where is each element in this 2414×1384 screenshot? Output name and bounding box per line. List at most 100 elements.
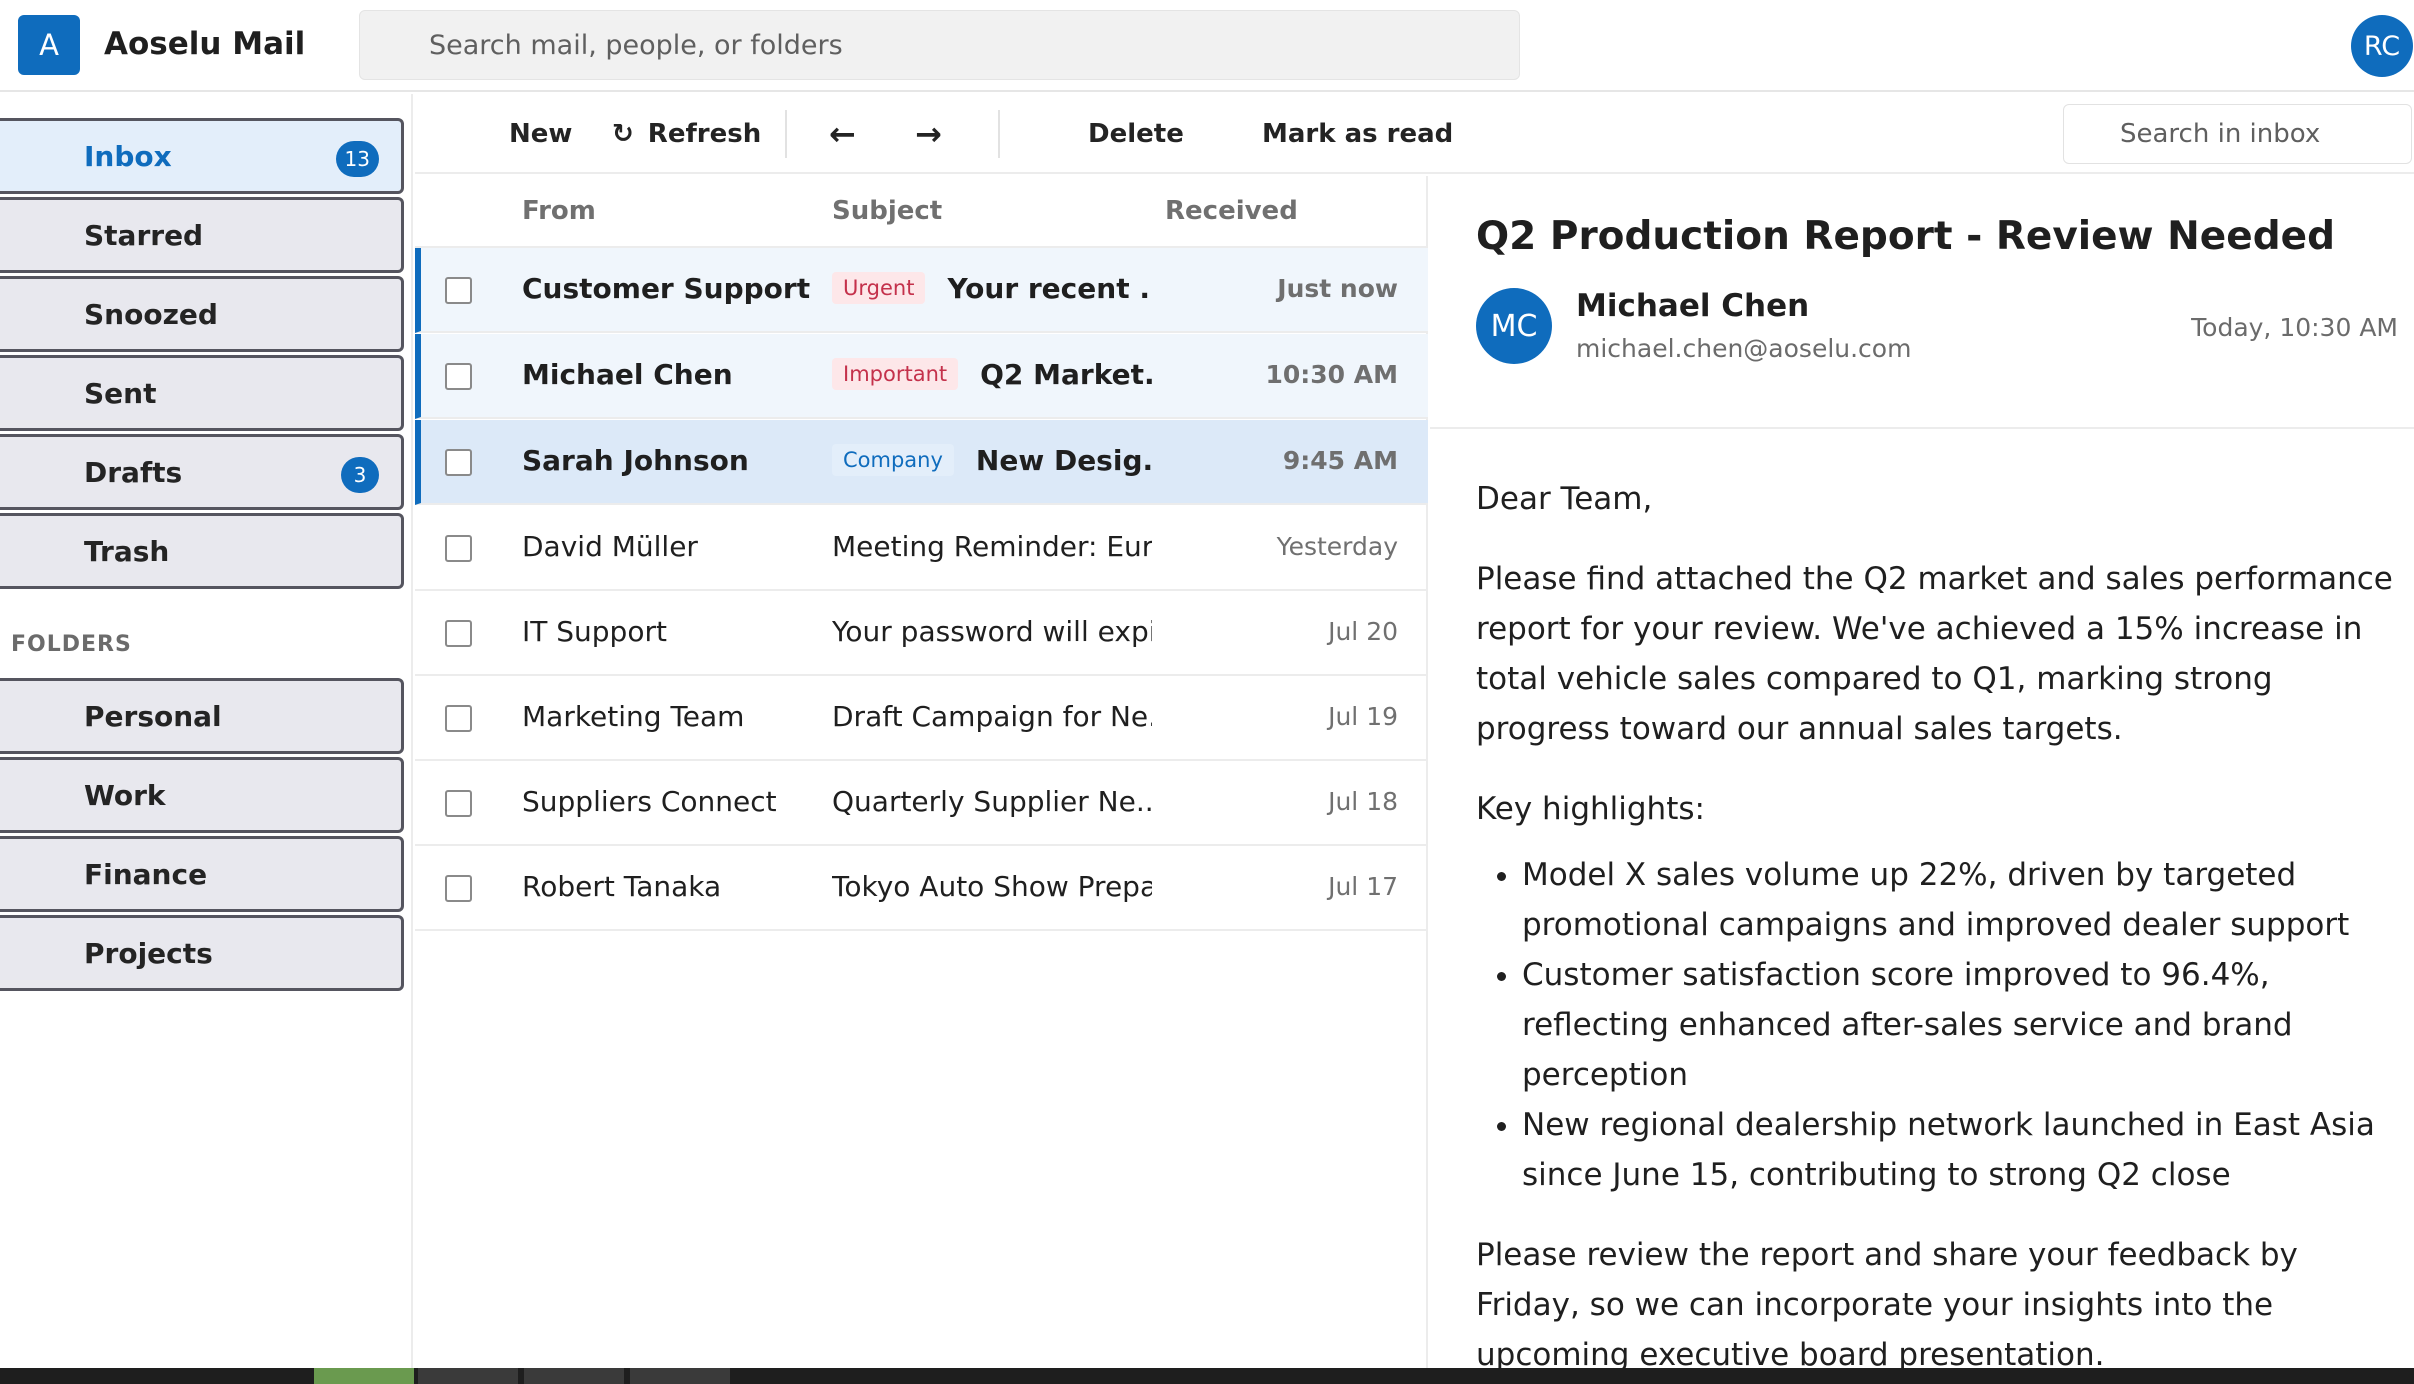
row-subject: Your password will expi... <box>832 615 1152 648</box>
reading-pane: Q2 Production Report - Review Needed MC … <box>1430 176 2414 1368</box>
row-sender: Robert Tanaka <box>522 870 722 903</box>
folder-item-work[interactable]: Work <box>0 757 404 833</box>
body-paragraph: Please find attached the Q2 market and s… <box>1476 561 2393 747</box>
unread-count-badge: 13 <box>335 141 379 177</box>
new-button-label: New <box>509 119 573 149</box>
message-date: Today, 10:30 AM <box>2191 313 2398 342</box>
mark-as-read-label: Mark as read <box>1262 119 1454 149</box>
row-checkbox[interactable] <box>445 620 472 647</box>
column-header-from[interactable]: From <box>522 196 596 226</box>
refresh-button-label: Refresh <box>647 119 762 149</box>
priority-tag: Urgent <box>832 272 926 304</box>
row-checkbox[interactable] <box>445 449 472 476</box>
row-sender: Customer Support <box>522 272 811 305</box>
previous-message-button[interactable]: ← <box>829 112 856 156</box>
row-subject: Tokyo Auto Show Prepa... <box>832 870 1152 903</box>
row-subject: Important Q2 Market... <box>832 358 1152 391</box>
inbox-search-input[interactable] <box>2063 104 2412 164</box>
priority-tag: Important <box>832 358 959 390</box>
delete-button-label: Delete <box>1088 119 1184 149</box>
header-divider <box>1430 427 2414 429</box>
global-search-input[interactable] <box>359 10 1520 80</box>
message-row[interactable]: Robert Tanaka Tokyo Auto Show Prepa... J… <box>415 846 1428 931</box>
refresh-icon: ↻ <box>612 119 634 149</box>
message-subject: Q2 Production Report - Review Needed <box>1476 214 2335 259</box>
row-subject: Meeting Reminder: Eur... <box>832 530 1152 563</box>
row-sender: IT Support <box>522 615 667 648</box>
row-subject: Company New Desig... <box>832 444 1152 477</box>
sidebar-item-label: Inbox <box>84 139 172 173</box>
user-avatar[interactable]: RC <box>2351 15 2413 77</box>
sidebar-item-trash[interactable]: Trash <box>0 513 404 589</box>
highlight-item: Customer satisfaction score improved to … <box>1522 950 2396 1100</box>
sidebar: Inbox 13 Starred Snoozed Sent Drafts 3 T… <box>0 94 413 1368</box>
row-sender: Marketing Team <box>522 700 745 733</box>
bottom-status-strip <box>0 1368 2414 1384</box>
message-row[interactable]: Customer Support Urgent Your recent ... J… <box>415 248 1428 333</box>
row-received-time: 10:30 AM <box>1265 360 1398 389</box>
top-bar: A Aoselu Mail RC <box>0 0 2414 92</box>
folder-item-finance[interactable]: Finance <box>0 836 404 912</box>
folder-item-projects[interactable]: Projects <box>0 915 404 991</box>
next-message-button[interactable]: → <box>915 112 942 156</box>
row-checkbox[interactable] <box>445 790 472 817</box>
sidebar-item-drafts[interactable]: Drafts 3 <box>0 434 404 510</box>
row-received-time: Jul 20 <box>1328 617 1398 646</box>
row-checkbox[interactable] <box>445 277 472 304</box>
refresh-button[interactable]: ↻ Refresh <box>612 112 761 156</box>
arrow-right-icon: → <box>915 115 942 153</box>
row-subject: Urgent Your recent ... <box>832 272 1152 305</box>
message-row[interactable]: David Müller Meeting Reminder: Eur... Ye… <box>415 506 1428 591</box>
sidebar-item-sent[interactable]: Sent <box>0 355 404 431</box>
strip-segment <box>314 1368 414 1384</box>
message-row[interactable]: Michael Chen Important Q2 Market... 10:30… <box>415 334 1428 419</box>
row-checkbox[interactable] <box>445 363 472 390</box>
row-subject-text: Q2 Market... <box>980 358 1152 391</box>
new-button[interactable]: New <box>509 112 572 156</box>
row-received-time: Just now <box>1277 274 1398 303</box>
row-checkbox[interactable] <box>445 875 472 902</box>
toolbar-divider <box>785 110 787 158</box>
row-sender: Michael Chen <box>522 358 733 391</box>
sender-name[interactable]: Michael Chen <box>1576 288 1809 324</box>
sender-avatar[interactable]: MC <box>1476 288 1552 364</box>
message-row[interactable]: Marketing Team Draft Campaign for Ne... … <box>415 676 1428 761</box>
column-header-received[interactable]: Received <box>1165 196 1298 226</box>
row-checkbox[interactable] <box>445 705 472 732</box>
highlight-item: New regional dealership network launched… <box>1522 1100 2396 1200</box>
row-checkbox[interactable] <box>445 535 472 562</box>
sidebar-item-starred[interactable]: Starred <box>0 197 404 273</box>
delete-button[interactable]: Delete <box>1088 112 1184 156</box>
app-title: Aoselu Mail <box>104 26 306 62</box>
message-row-selected[interactable]: Sarah Johnson Company New Desig... 9:45 A… <box>415 420 1428 505</box>
message-body: Dear Team, Please find attached the Q2 m… <box>1476 474 2396 1368</box>
folder-item-personal[interactable]: Personal <box>0 678 404 754</box>
mark-as-read-button[interactable]: Mark as read <box>1262 112 1453 156</box>
message-list: From Subject Received Customer Support U… <box>415 176 1428 1368</box>
highlights-list: Model X sales volume up 22%, driven by t… <box>1476 850 2396 1200</box>
column-header-subject[interactable]: Subject <box>832 196 942 226</box>
body-greeting: Dear Team, <box>1476 481 1653 517</box>
sender-email[interactable]: michael.chen@aoselu.com <box>1576 334 1911 363</box>
row-received-time: Jul 18 <box>1328 787 1398 816</box>
list-header: From Subject Received <box>415 176 1428 248</box>
message-row[interactable]: IT Support Your password will expi... Ju… <box>415 591 1428 676</box>
row-received-time: Yesterday <box>1276 532 1398 561</box>
strip-segment <box>524 1368 624 1384</box>
row-received-time: Jul 17 <box>1328 872 1398 901</box>
drafts-count-badge: 3 <box>341 457 379 493</box>
app-logo[interactable]: A <box>18 15 80 75</box>
body-paragraph: Please review the report and share your … <box>1476 1237 2298 1368</box>
folder-item-label: Finance <box>84 857 208 891</box>
message-row[interactable]: Suppliers Connect Quarterly Supplier Ne.… <box>415 761 1428 846</box>
sidebar-item-inbox[interactable]: Inbox 13 <box>0 118 404 194</box>
sidebar-item-label: Drafts <box>84 455 183 489</box>
row-subject-text: New Desig... <box>975 444 1152 477</box>
row-subject: Draft Campaign for Ne... <box>832 700 1152 733</box>
row-sender: Sarah Johnson <box>522 444 749 477</box>
row-received-time: 9:45 AM <box>1282 446 1398 475</box>
strip-segment <box>630 1368 730 1384</box>
sidebar-item-snoozed[interactable]: Snoozed <box>0 276 404 352</box>
highlight-item: Model X sales volume up 22%, driven by t… <box>1522 850 2396 950</box>
arrow-left-icon: ← <box>829 115 856 153</box>
